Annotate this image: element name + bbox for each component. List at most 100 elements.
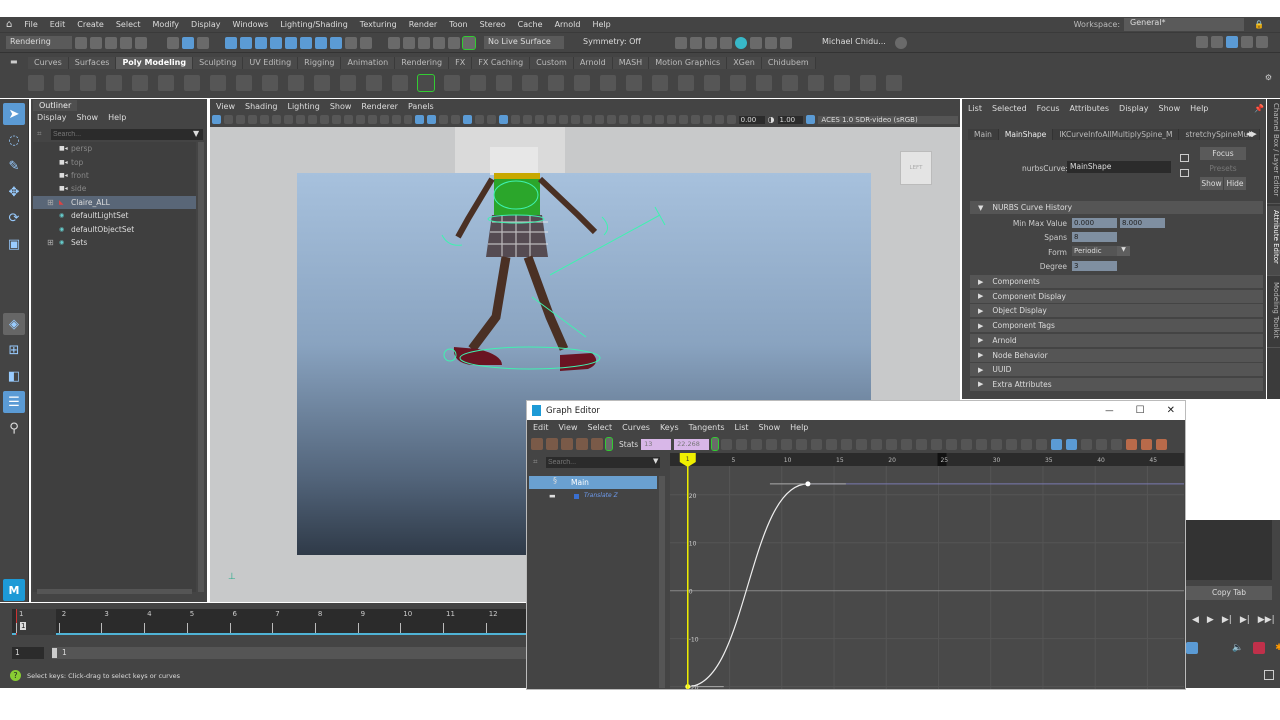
- menu-edit[interactable]: Edit: [44, 20, 72, 29]
- viewport-tool-icon[interactable]: [212, 115, 221, 124]
- graph-tool-icon[interactable]: [1006, 438, 1018, 450]
- graph-menu-view[interactable]: View: [559, 423, 578, 432]
- graph-tool-icon[interactable]: [841, 438, 853, 450]
- attr-menu-attributes[interactable]: Attributes: [1070, 104, 1110, 113]
- search-icon[interactable]: ⚲: [3, 417, 25, 439]
- minimize-button[interactable]: —: [1105, 406, 1114, 416]
- outliner-layout-icon[interactable]: ☰: [3, 391, 25, 413]
- viewport-tool-icon[interactable]: [259, 115, 269, 124]
- attr-tab-ikcurveinfoallmultiplyspine-m[interactable]: IKCurveInfoAllMultiplySpine_M: [1053, 129, 1180, 140]
- viewport-tool-icon[interactable]: [319, 115, 329, 124]
- menu-display[interactable]: Display: [185, 20, 227, 29]
- viewport-tool-icon[interactable]: [726, 115, 736, 124]
- viewport-tool-icon[interactable]: [595, 115, 604, 124]
- viewport-menu-shading[interactable]: Shading: [245, 102, 278, 111]
- menu-modify[interactable]: Modify: [147, 20, 186, 29]
- attr-tab-mainshape[interactable]: MainShape: [998, 129, 1054, 140]
- viewport-tool-icon[interactable]: [379, 115, 389, 124]
- viewport-tool-icon[interactable]: [223, 115, 233, 124]
- stats-frame-field[interactable]: 13: [641, 438, 672, 450]
- viewport-tool-icon[interactable]: [451, 115, 461, 124]
- graph-tool-icon[interactable]: [811, 438, 823, 450]
- viewport-tool-icon[interactable]: [606, 115, 616, 124]
- go-to-end-icon[interactable]: ▶▶|: [1258, 615, 1275, 625]
- tab-modeling-toolkit[interactable]: Modeling Toolkit: [1267, 278, 1280, 348]
- gamma-icon[interactable]: ◑: [768, 115, 775, 124]
- graph-tool-icon[interactable]: [1036, 438, 1048, 450]
- outliner-item[interactable]: ⊞ ◣ Claire_ALL: [33, 195, 196, 209]
- shelf-tool-icon[interactable]: [782, 75, 798, 91]
- pause-icon[interactable]: [780, 36, 792, 49]
- copy-tab-icon[interactable]: [1180, 169, 1189, 177]
- viewport-tool-icon[interactable]: [559, 115, 569, 124]
- graph-menu-select[interactable]: Select: [587, 423, 612, 432]
- shelf-tab-arnold[interactable]: Arnold: [573, 57, 613, 69]
- viewport-tool-icon[interactable]: [235, 115, 245, 124]
- section-components[interactable]: ▶ Components: [970, 275, 1263, 288]
- expand-icon[interactable]: ⊞: [47, 198, 59, 207]
- home-icon[interactable]: ⌂: [0, 19, 18, 30]
- viewport-tool-icon[interactable]: [523, 115, 533, 124]
- insert-keys-icon[interactable]: [546, 438, 558, 450]
- viewport-menu-panels[interactable]: Panels: [408, 102, 434, 111]
- shelf-tool-icon[interactable]: [392, 75, 408, 91]
- select-object-icon[interactable]: [182, 36, 194, 49]
- color-management-icon[interactable]: [806, 115, 816, 124]
- shelf-tab-rigging[interactable]: Rigging: [298, 57, 342, 69]
- render-settings-icon[interactable]: [720, 36, 732, 49]
- section-extra-attributes[interactable]: ▶ Extra Attributes: [970, 377, 1263, 391]
- shelf-tool-icon[interactable]: [704, 75, 720, 91]
- graph-tool-icon[interactable]: [1096, 438, 1108, 450]
- redo-icon[interactable]: [135, 36, 147, 49]
- maximize-button[interactable]: ☐: [1136, 405, 1145, 416]
- viewport-tool-icon[interactable]: [295, 115, 305, 124]
- select-hierarchy-icon[interactable]: [167, 36, 179, 49]
- exposure-field[interactable]: 0.00: [738, 115, 765, 124]
- shelf-tab-animation[interactable]: Animation: [341, 57, 396, 69]
- next-key-icon[interactable]: ▶|: [1240, 615, 1250, 625]
- node-name-field[interactable]: MainShape: [1067, 161, 1171, 173]
- shelf-tool-icon[interactable]: [288, 75, 304, 91]
- graph-menu-tangents[interactable]: Tangents: [689, 423, 725, 432]
- graph-tool-icon[interactable]: [931, 438, 943, 450]
- range-slider-handle[interactable]: [52, 648, 57, 658]
- step-back-icon[interactable]: ◀: [1192, 615, 1199, 625]
- degree-field[interactable]: 3: [1072, 261, 1117, 271]
- viewport-tool-icon[interactable]: [283, 115, 293, 124]
- viewport-tool-icon[interactable]: [463, 115, 473, 124]
- shelf-tool-icon[interactable]: [860, 75, 876, 91]
- presets-button[interactable]: Presets: [1200, 162, 1246, 175]
- shelf-tab-xgen[interactable]: XGen: [727, 57, 762, 69]
- select-component-icon[interactable]: [197, 36, 209, 49]
- animation-curve-translate-z[interactable]: [687, 483, 808, 688]
- viewport-tool-icon[interactable]: [271, 115, 281, 124]
- symmetry-dropdown[interactable]: Symmetry: Off: [579, 36, 649, 49]
- snap-point-icon[interactable]: [255, 36, 267, 49]
- close-button[interactable]: ✕: [1167, 405, 1175, 416]
- shelf-tab-fx[interactable]: FX: [449, 57, 473, 69]
- viewport-menu-view[interactable]: View: [216, 102, 235, 111]
- graph-tool-icon[interactable]: [961, 438, 973, 450]
- attr-menu-focus[interactable]: Focus: [1037, 104, 1060, 113]
- outliner-search-input[interactable]: [51, 129, 203, 140]
- ipr-render-icon[interactable]: [705, 36, 717, 49]
- lock-selection-icon[interactable]: [345, 36, 357, 49]
- graph-tool-icon[interactable]: [1021, 438, 1033, 450]
- viewport-tool-icon[interactable]: [439, 115, 449, 124]
- live-surface-field[interactable]: No Live Surface: [484, 36, 564, 49]
- attr-menu-list[interactable]: List: [968, 104, 982, 113]
- viewport-tool-icon[interactable]: [247, 115, 257, 124]
- two-view-layout-icon[interactable]: ◧: [3, 365, 25, 387]
- outliner-item[interactable]: ◉ defaultObjectSet: [33, 222, 196, 235]
- section-component-tags[interactable]: ▶ Component Tags: [970, 319, 1263, 333]
- shelf-tool-icon[interactable]: [236, 75, 252, 91]
- attribute-editor-toggle-icon[interactable]: [1226, 36, 1238, 48]
- outliner-item[interactable]: ⊞ ◉ Sets: [33, 236, 196, 249]
- viewport-menu-show[interactable]: Show: [330, 102, 352, 111]
- menu-cache[interactable]: Cache: [512, 20, 549, 29]
- outliner-item[interactable]: ■◂ front: [33, 169, 196, 182]
- shelf-tool-icon[interactable]: [106, 75, 122, 91]
- lattice-deform-icon[interactable]: [561, 438, 573, 450]
- graph-tool-icon[interactable]: [1156, 438, 1168, 450]
- section-object-display[interactable]: ▶ Object Display: [970, 304, 1263, 318]
